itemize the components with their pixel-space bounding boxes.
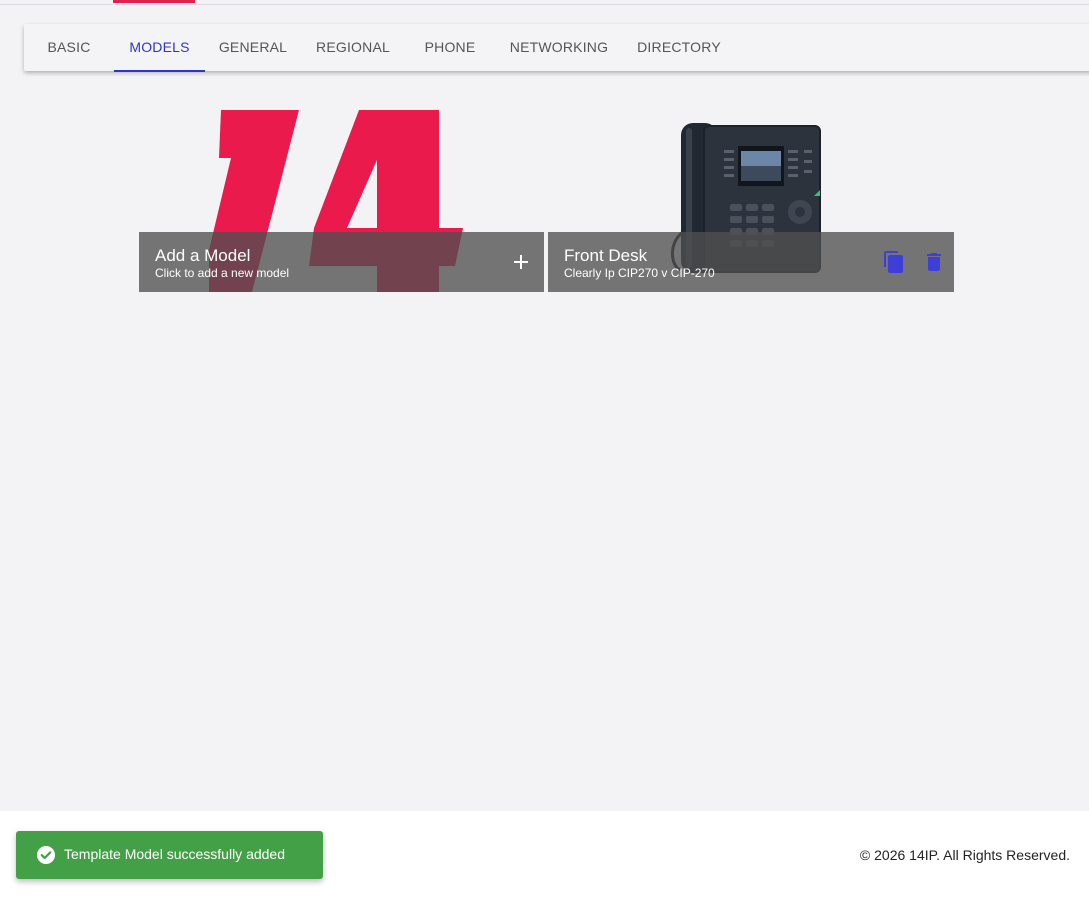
model-title: Front Desk [564, 246, 648, 265]
top-strip [0, 0, 1089, 5]
delete-icon[interactable] [922, 250, 946, 274]
top-accent-bar [113, 0, 195, 3]
tab-phone[interactable]: PHONE [416, 24, 484, 71]
copyright-text: © 2026 14IP. All Rights Reserved. [859, 847, 1070, 863]
add-model-card[interactable]: Add a Model Click to add a new model [139, 110, 544, 292]
toast-message: Template Model successfully added [64, 846, 286, 862]
tab-directory[interactable]: DIRECTORY [630, 24, 728, 71]
plus-icon[interactable] [510, 251, 532, 273]
tab-models[interactable]: MODELS [114, 24, 205, 72]
tab-regional[interactable]: REGIONAL [309, 24, 397, 71]
model-card-front-desk[interactable]: Front Desk Clearly Ip CIP270 v CIP-270 [548, 110, 954, 292]
check-circle-icon [37, 846, 55, 864]
model-subtitle: Clearly Ip CIP270 v CIP-270 [564, 266, 715, 280]
add-model-title: Add a Model [155, 246, 251, 265]
success-toast[interactable]: Template Model successfully added [16, 831, 323, 879]
tab-basic[interactable]: BASIC [32, 24, 106, 71]
model-card-overlay: Front Desk Clearly Ip CIP270 v CIP-270 [548, 232, 954, 292]
tabs-bar: BASIC MODELS GENERAL REGIONAL PHONE NETW… [24, 24, 1089, 72]
add-model-overlay: Add a Model Click to add a new model [139, 232, 544, 292]
tab-general[interactable]: GENERAL [210, 24, 296, 71]
tab-networking[interactable]: NETWORKING [502, 24, 616, 71]
copy-icon[interactable] [882, 250, 906, 274]
add-model-subtitle: Click to add a new model [155, 266, 290, 280]
